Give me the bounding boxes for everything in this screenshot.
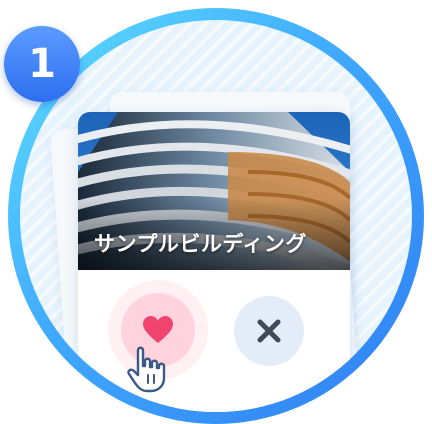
step-number-badge: 1 <box>4 26 80 102</box>
pointer-hand-icon <box>127 346 166 393</box>
skip-button[interactable] <box>234 296 304 366</box>
building-photo: サンプルビルディング <box>78 112 350 270</box>
heart-icon <box>143 316 173 343</box>
card-title: サンプルビルディング <box>94 232 307 256</box>
illustration-circle: サンプルビルディング <box>20 20 412 412</box>
building-card[interactable]: サンプルビルディング <box>78 112 350 412</box>
close-icon <box>257 319 281 343</box>
